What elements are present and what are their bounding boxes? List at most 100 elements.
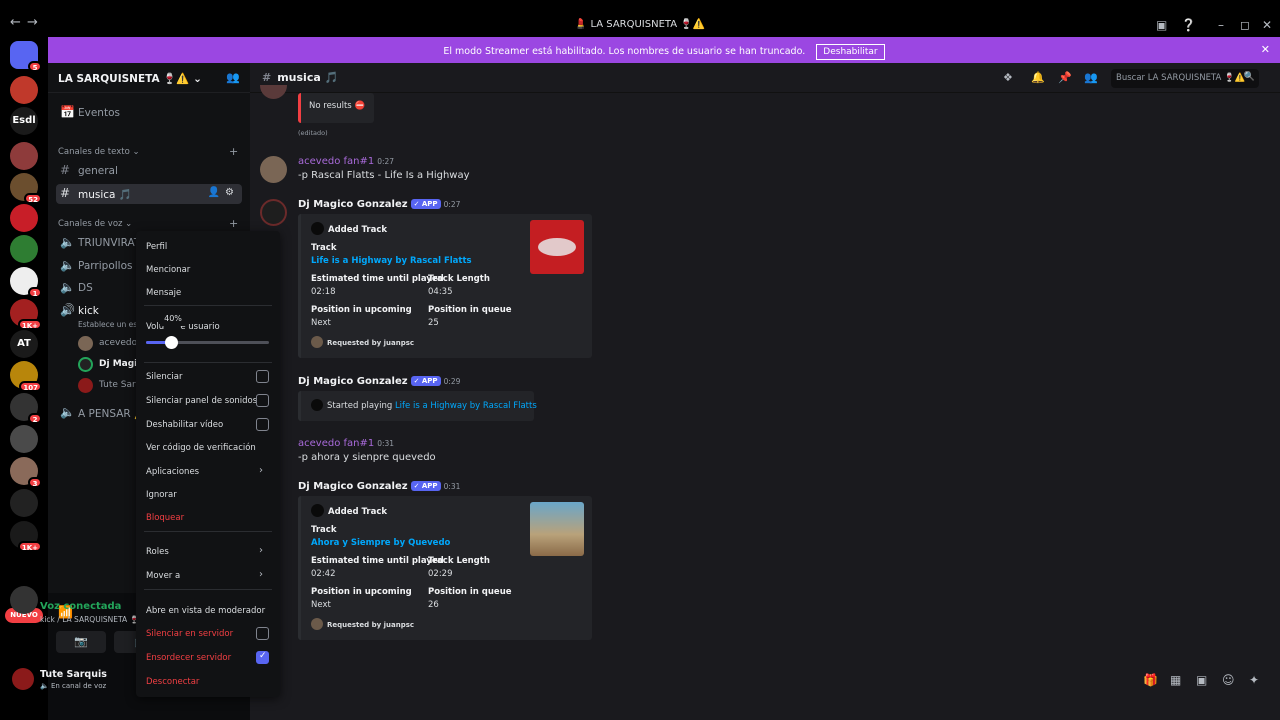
emoji-icon[interactable]: ☺ <box>1222 673 1235 687</box>
disable-video-checkbox[interactable] <box>256 418 269 431</box>
calendar-icon: 📅 <box>60 105 75 119</box>
gift-icon[interactable]: 🎁 <box>1143 673 1158 687</box>
volume-slider-track[interactable] <box>146 336 269 349</box>
channel-musica[interactable]: # musica 🎵 👤 ⚙ <box>56 184 242 204</box>
chevron-right-icon: › <box>259 545 263 556</box>
server-icon[interactable]: 1K+ <box>10 299 42 330</box>
field-name: Estimated time until played <box>311 556 444 566</box>
search-input[interactable]: Buscar LA SARQUISNETA 🍷⚠️ 🔍 <box>1111 69 1259 88</box>
server-icon[interactable] <box>10 76 38 104</box>
menu-block[interactable]: Bloquear <box>146 513 184 523</box>
menu-verification-code[interactable]: Ver código de verificación <box>146 443 256 453</box>
track-link[interactable]: Life is a Highway by Rascal Flatts <box>311 256 472 266</box>
server-icon[interactable]: 2 <box>10 393 42 424</box>
window-close-icon[interactable]: ✕ <box>1262 18 1272 32</box>
apps-icon[interactable]: ✦ <box>1249 673 1259 687</box>
author-name[interactable]: Dj Magico Gonzalez <box>298 481 408 492</box>
menu-apps[interactable]: Aplicaciones <box>146 467 199 477</box>
text-channels-category[interactable]: Canales de texto ⌄ <box>58 147 140 157</box>
gif-icon[interactable]: ▦ <box>1170 673 1181 687</box>
server-mute-checkbox[interactable] <box>256 627 269 640</box>
title-bar: ← → 💄 LA SARQUISNETA 🍷⚠️ ▣ ❔ – ◻ ✕ <box>0 15 1280 37</box>
server-deafen-checkbox[interactable] <box>256 651 269 664</box>
maximize-icon[interactable]: ◻ <box>1240 18 1250 32</box>
track-link[interactable]: Life is a Highway by Rascal Flatts <box>395 401 537 411</box>
sticker-icon[interactable]: ▣ <box>1196 673 1207 687</box>
menu-disconnect[interactable]: Desconectar <box>146 677 199 687</box>
chevron-down-icon: ⌄ <box>193 73 202 85</box>
pin-icon[interactable]: 📌 <box>1058 71 1072 84</box>
mute-soundboard-checkbox[interactable] <box>256 394 269 407</box>
menu-server-mute[interactable]: Silenciar en servidor <box>146 629 233 639</box>
volume-slider-handle[interactable] <box>164 336 178 349</box>
track-link[interactable]: Ahora y Siempre by Quevedo <box>311 538 450 548</box>
server-icon[interactable]: 52 <box>10 173 42 204</box>
server-icon[interactable]: Esdl <box>10 107 38 135</box>
minimize-icon[interactable]: – <box>1218 18 1224 32</box>
server-icon[interactable]: AT <box>10 330 38 358</box>
author-name[interactable]: Dj Magico Gonzalez <box>298 376 408 387</box>
voice-connected-label[interactable]: Voz conectada <box>40 601 121 612</box>
inbox-icon[interactable]: ▣ <box>1156 18 1167 32</box>
album-thumbnail[interactable] <box>530 220 584 274</box>
threads-icon[interactable]: ❖ <box>1003 71 1013 84</box>
menu-message[interactable]: Mensaje <box>146 288 181 298</box>
author-name[interactable]: Dj Magico Gonzalez <box>298 199 408 210</box>
server-icon[interactable] <box>10 142 38 170</box>
server-icon[interactable]: 5 <box>10 41 42 72</box>
camera-off-button[interactable]: 📷 <box>56 631 106 653</box>
kick-status-text[interactable]: Establece un est <box>78 320 140 329</box>
disable-streamer-button[interactable]: Deshabilitar <box>816 44 885 60</box>
streamer-mode-banner: El modo Streamer está habilitado. Los no… <box>48 37 1280 63</box>
menu-mute[interactable]: Silenciar <box>146 372 182 382</box>
server-icon[interactable]: 107 <box>10 361 42 392</box>
banner-close-icon[interactable]: ✕ <box>1261 43 1270 56</box>
invite-icon[interactable]: 👤 <box>208 187 220 198</box>
field-name: Position in queue <box>428 587 512 597</box>
album-thumbnail[interactable] <box>530 502 584 556</box>
server-icon[interactable] <box>10 425 38 453</box>
member-name: acevedo <box>99 338 138 348</box>
menu-roles[interactable]: Roles <box>146 547 169 557</box>
menu-server-deafen[interactable]: Ensordecer servidor <box>146 653 231 663</box>
voice-location[interactable]: kick / LA SARQUISNETA 🍷 <box>40 615 139 624</box>
notification-badge: 1K+ <box>17 541 42 552</box>
server-icon[interactable]: 1 <box>10 267 42 298</box>
gear-icon[interactable]: ⚙ <box>225 187 234 198</box>
mute-checkbox[interactable] <box>256 370 269 383</box>
user-avatar[interactable] <box>12 668 34 690</box>
server-icon-bottom[interactable] <box>10 586 38 614</box>
help-icon[interactable]: ❔ <box>1181 18 1196 32</box>
server-label: Esdl <box>12 115 36 126</box>
add-text-channel-icon[interactable]: + <box>229 145 238 158</box>
server-icon[interactable] <box>10 204 38 232</box>
speaker-icon: 🔈 <box>60 405 75 419</box>
avatar[interactable] <box>260 199 287 226</box>
server-icon[interactable]: 1K+ <box>10 521 42 552</box>
avatar[interactable] <box>260 156 287 183</box>
members-icon[interactable]: 👥 <box>1084 71 1098 84</box>
add-member-icon[interactable]: 👥 <box>226 71 240 84</box>
menu-ignore[interactable]: Ignorar <box>146 490 177 500</box>
author-name[interactable]: acevedo fan#1 <box>298 156 374 167</box>
author-name[interactable]: acevedo fan#1 <box>298 438 374 449</box>
field-name: Track <box>311 525 337 535</box>
timestamp: 0:27 <box>377 157 395 166</box>
menu-mention[interactable]: Mencionar <box>146 265 190 275</box>
server-icon[interactable] <box>10 489 38 517</box>
server-icon[interactable]: 3 <box>10 457 42 488</box>
menu-profile[interactable]: Perfil <box>146 242 167 252</box>
server-icon[interactable] <box>10 235 38 263</box>
add-voice-channel-icon[interactable]: + <box>229 217 238 230</box>
menu-mute-soundboard[interactable]: Silenciar panel de sonidos <box>146 396 257 406</box>
voice-channel-label: kick <box>78 305 99 317</box>
channel-general[interactable]: # general <box>56 161 242 181</box>
server-header[interactable]: LA SARQUISNETA 🍷⚠️ ⌄ 👥 <box>48 63 250 93</box>
menu-move-to[interactable]: Mover a <box>146 571 180 581</box>
menu-moderator-view[interactable]: Abre en vista de moderador <box>146 606 265 616</box>
bell-icon[interactable]: 🔔 <box>1031 71 1045 84</box>
menu-divider <box>144 589 272 590</box>
menu-disable-video[interactable]: Deshabilitar vídeo <box>146 420 223 430</box>
voice-channels-category[interactable]: Canales de voz ⌄ <box>58 219 132 229</box>
events-item[interactable]: 📅 Eventos <box>56 103 242 123</box>
